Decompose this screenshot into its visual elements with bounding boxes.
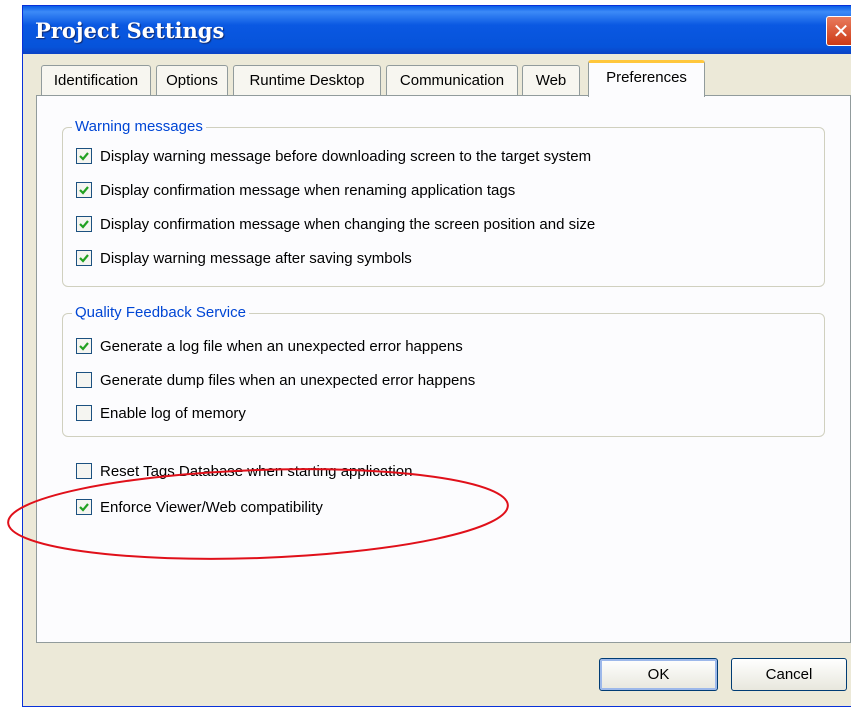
- checkmark-icon: [79, 186, 89, 195]
- tab-identification[interactable]: Identification: [41, 65, 151, 95]
- tab-label: Runtime Desktop: [249, 72, 365, 89]
- checkbox-label: Display warning message before downloadi…: [100, 147, 592, 165]
- enforce-viewer-web-option[interactable]: Enforce Viewer/Web compatibility: [76, 497, 323, 517]
- checkmark-icon: [79, 254, 89, 263]
- checkbox-label: Generate a log file when an unexpected e…: [100, 337, 463, 355]
- checkbox-label: Enable log of memory: [100, 404, 246, 422]
- checkbox[interactable]: [76, 250, 92, 266]
- checkmark-icon: [79, 220, 89, 229]
- checkbox[interactable]: [76, 338, 92, 354]
- title-bar[interactable]: Project Settings ✕: [23, 6, 851, 54]
- checkmark-icon: [79, 342, 89, 351]
- checkbox[interactable]: [76, 405, 92, 421]
- cancel-button[interactable]: Cancel: [731, 658, 847, 691]
- checkbox-label: Reset Tags Database when starting applic…: [100, 462, 413, 480]
- tab-label: Identification: [53, 72, 139, 89]
- tab-label: Communication: [399, 72, 505, 89]
- tab-label: Options: [166, 72, 218, 89]
- checkbox[interactable]: [76, 148, 92, 164]
- checkbox-label: Display warning message after saving sym…: [100, 249, 412, 267]
- tab-label: Preferences: [606, 69, 687, 86]
- checkbox-row[interactable]: Generate dump files when an unexpected e…: [76, 370, 475, 390]
- checkbox-row[interactable]: Display warning message before downloadi…: [76, 146, 591, 166]
- tab-runtime-desktop[interactable]: Runtime Desktop: [233, 65, 381, 95]
- checkmark-icon: [79, 152, 89, 161]
- checkbox-label: Display confirmation message when changi…: [100, 215, 596, 233]
- checkbox[interactable]: [76, 499, 92, 515]
- tab-label: Web: [535, 72, 567, 89]
- tab-options[interactable]: Options: [156, 65, 228, 95]
- quality-feedback-title: Quality Feedback Service: [72, 304, 249, 321]
- dialog-title: Project Settings: [35, 18, 225, 43]
- tab-preferences[interactable]: Preferences: [588, 60, 705, 97]
- checkbox-label: Generate dump files when an unexpected e…: [100, 371, 476, 389]
- tab-web[interactable]: Web: [522, 65, 580, 95]
- close-icon: ✕: [832, 19, 850, 43]
- checkbox-row[interactable]: Enable log of memory: [76, 403, 246, 423]
- checkbox-label: Display confirmation message when renami…: [100, 181, 516, 199]
- checkbox-row[interactable]: Display confirmation message when changi…: [76, 214, 595, 234]
- tab-communication[interactable]: Communication: [386, 65, 518, 95]
- checkmark-icon: [79, 503, 89, 512]
- checkbox-label: Enforce Viewer/Web compatibility: [100, 498, 323, 516]
- checkbox-row[interactable]: Generate a log file when an unexpected e…: [76, 336, 463, 356]
- ok-button[interactable]: OK: [599, 658, 718, 691]
- warning-messages-title: Warning messages: [72, 118, 206, 135]
- checkbox-row[interactable]: Display warning message after saving sym…: [76, 248, 412, 268]
- checkbox-row[interactable]: Display confirmation message when renami…: [76, 180, 515, 200]
- reset-tags-option[interactable]: Reset Tags Database when starting applic…: [76, 461, 412, 481]
- checkbox[interactable]: [76, 182, 92, 198]
- close-button[interactable]: ✕: [826, 16, 851, 46]
- checkbox[interactable]: [76, 372, 92, 388]
- checkbox[interactable]: [76, 216, 92, 232]
- checkbox[interactable]: [76, 463, 92, 479]
